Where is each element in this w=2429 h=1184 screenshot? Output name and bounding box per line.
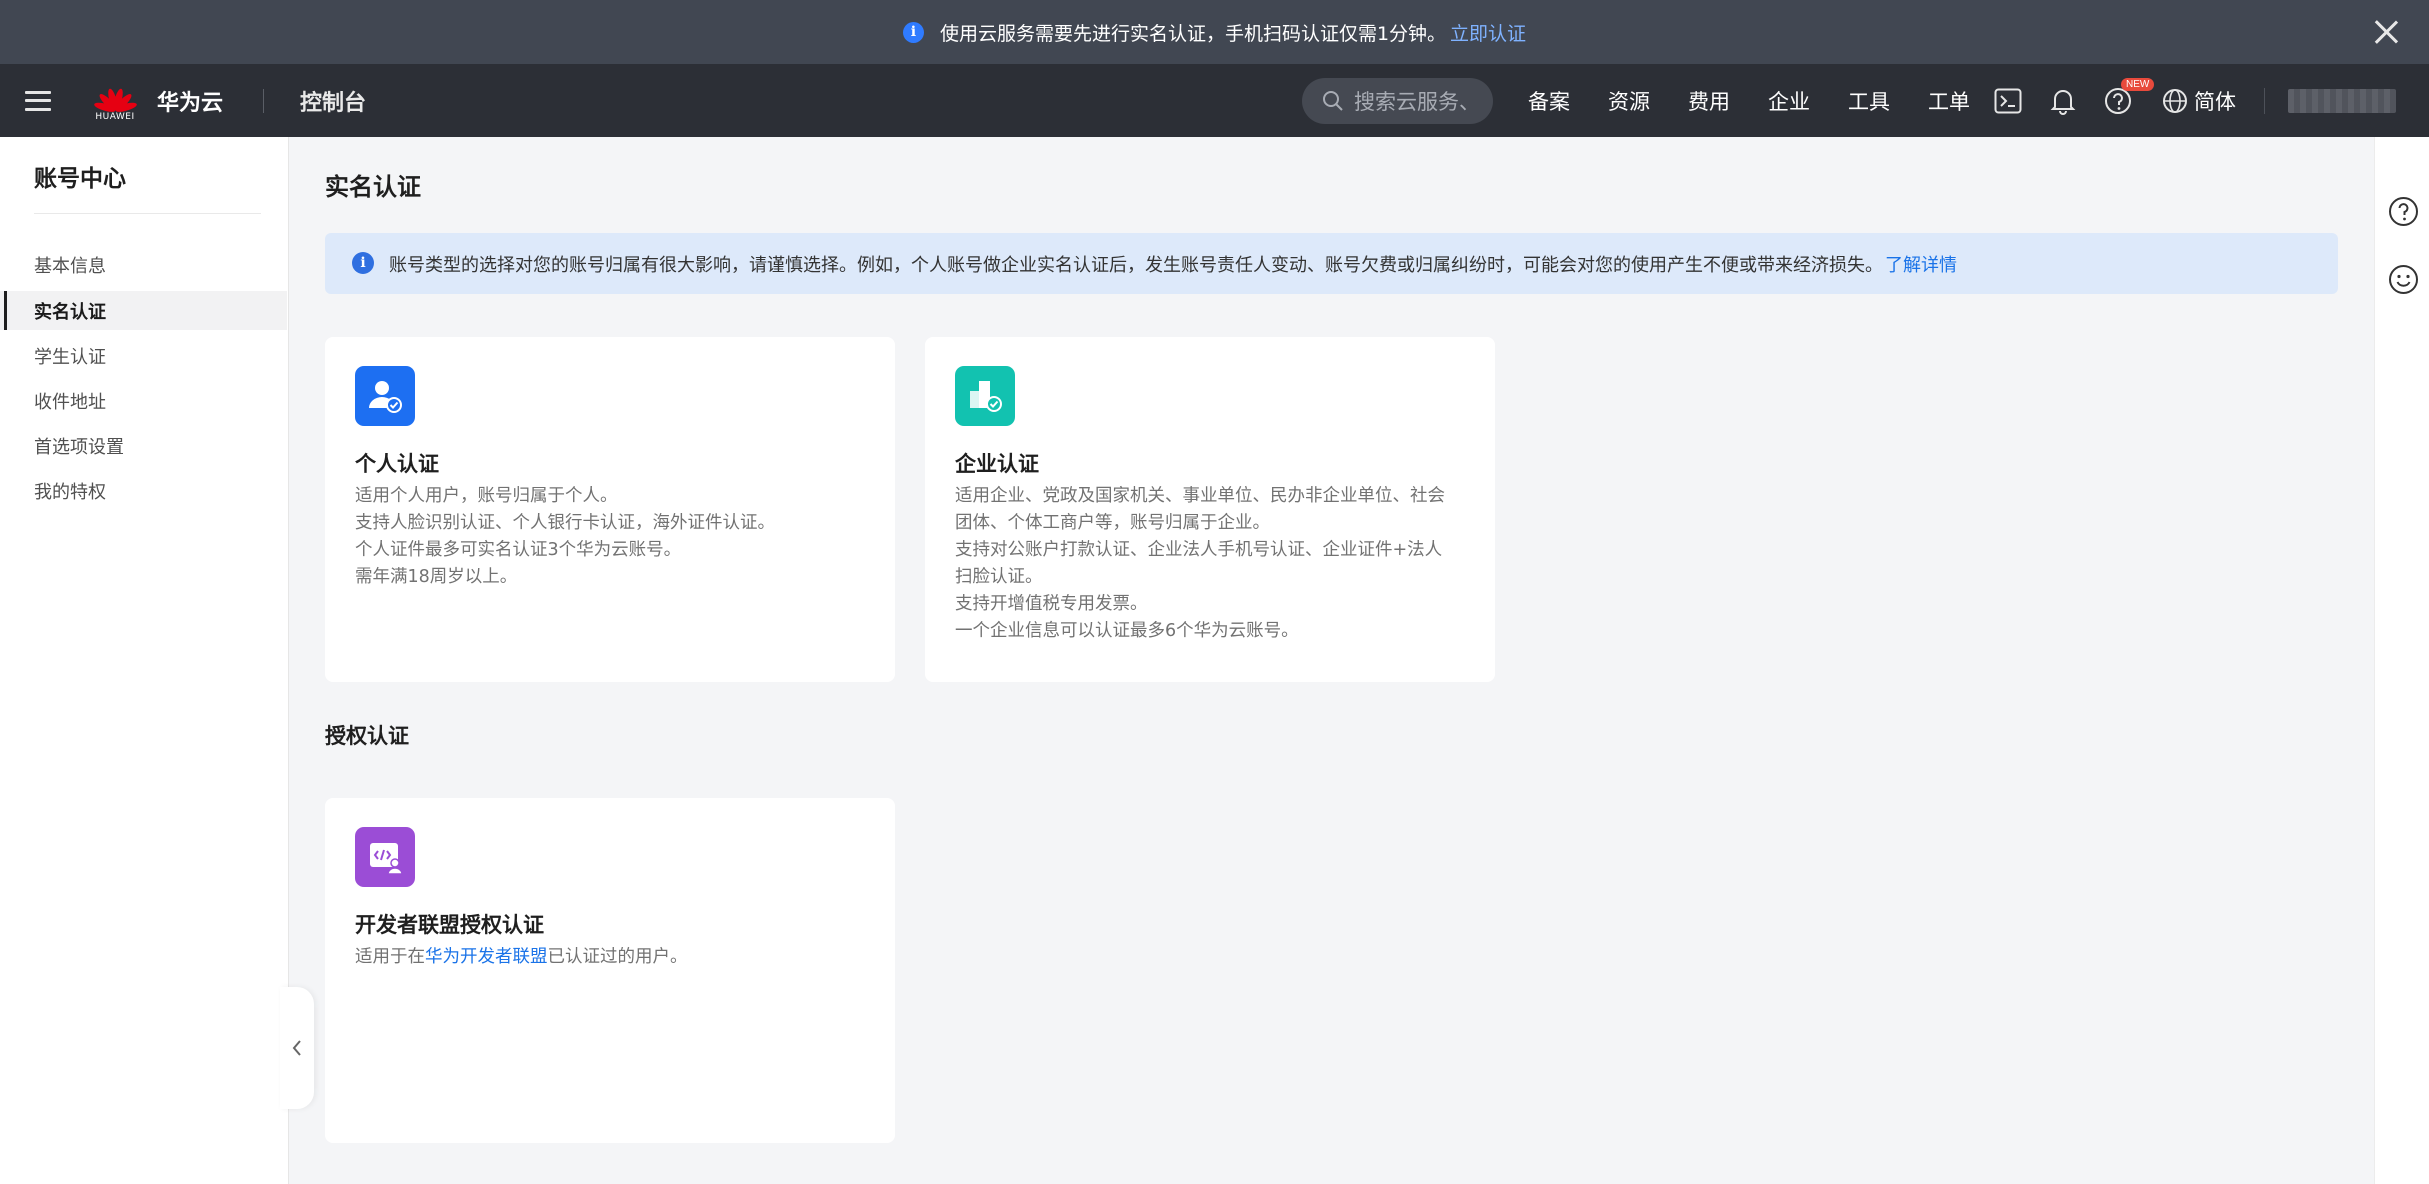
divider bbox=[34, 213, 261, 214]
divider bbox=[2264, 88, 2265, 114]
page-title: 实名认证 bbox=[325, 173, 421, 201]
card-description: 适用于在华为开发者联盟已认证过的用户。 bbox=[355, 944, 865, 971]
question-icon[interactable] bbox=[2388, 196, 2419, 227]
feedback-smile-icon[interactable] bbox=[2388, 264, 2419, 295]
enterprise-verify-icon bbox=[955, 366, 1015, 426]
developer-verify-icon bbox=[355, 827, 415, 887]
language-label: 简体 bbox=[2194, 89, 2236, 114]
developer-verify-card[interactable]: 开发者联盟授权认证 适用于在华为开发者联盟已认证过的用户。 bbox=[325, 798, 895, 1143]
verify-now-link[interactable]: 立即认证 bbox=[1450, 19, 1526, 46]
desc-prefix: 适用于在 bbox=[355, 947, 425, 967]
notice-bar: i 使用云服务需要先进行实名认证，手机扫码认证仅需1分钟。 立即认证 bbox=[0, 0, 2429, 64]
nav-enterprise[interactable]: 企业 bbox=[1768, 86, 1810, 116]
right-rail bbox=[2374, 137, 2429, 1184]
sidebar-title: 账号中心 bbox=[34, 166, 126, 192]
console-link[interactable]: 控制台 bbox=[300, 85, 366, 117]
sidebar-item-preferences[interactable]: 首选项设置 bbox=[0, 426, 287, 465]
auth-section-title: 授权认证 bbox=[325, 724, 409, 748]
sidebar: 账号中心 基本信息 实名认证 学生认证 收件地址 首选项设置 我的特权 bbox=[0, 137, 289, 1184]
huawei-logo[interactable]: HUAWEI bbox=[93, 80, 138, 122]
info-icon: i bbox=[902, 21, 924, 43]
brand-name[interactable]: 华为云 bbox=[157, 85, 223, 117]
personal-verify-icon bbox=[355, 366, 415, 426]
sidebar-item-address[interactable]: 收件地址 bbox=[0, 381, 287, 420]
nav-tickets[interactable]: 工单 bbox=[1928, 86, 1970, 116]
search-placeholder: 搜索云服务、 bbox=[1354, 90, 1480, 114]
nav-tools[interactable]: 工具 bbox=[1848, 86, 1890, 116]
search-icon bbox=[1323, 91, 1343, 111]
desc-suffix: 已认证过的用户。 bbox=[547, 947, 688, 967]
terminal-icon[interactable] bbox=[1993, 86, 2023, 116]
notice-text: 使用云服务需要先进行实名认证，手机扫码认证仅需1分钟。 bbox=[939, 22, 1447, 45]
card-title: 个人认证 bbox=[355, 452, 439, 476]
sidebar-item-student[interactable]: 学生认证 bbox=[0, 336, 287, 375]
card-description: 适用企业、党政及国家机关、事业单位、民办非企业单位、社会 团体、个体工商户等，账… bbox=[955, 486, 1445, 641]
user-account-menu[interactable] bbox=[2288, 89, 2396, 113]
top-nav: 备案 资源 费用 企业 工具 工单 bbox=[1528, 64, 2008, 137]
card-title: 企业认证 bbox=[955, 452, 1039, 476]
search-input[interactable]: 搜索云服务、 bbox=[1302, 78, 1493, 124]
banner-text: 账号类型的选择对您的账号归属有很大影响，请谨慎选择。例如，个人账号做企业实名认证… bbox=[389, 254, 1883, 276]
sidebar-item-real-name[interactable]: 实名认证 bbox=[0, 291, 287, 330]
new-badge: NEW bbox=[2121, 77, 2155, 91]
info-icon: i bbox=[352, 252, 374, 274]
divider bbox=[263, 88, 265, 113]
logo-text: HUAWEI bbox=[95, 111, 135, 122]
info-banner: i 账号类型的选择对您的账号归属有很大影响，请谨慎选择。例如，个人账号做企业实名… bbox=[325, 233, 2338, 294]
card-title: 开发者联盟授权认证 bbox=[355, 913, 544, 937]
sidebar-item-basic-info[interactable]: 基本信息 bbox=[0, 245, 287, 284]
nav-billing[interactable]: 费用 bbox=[1688, 86, 1730, 116]
personal-verify-card[interactable]: 个人认证 适用个人用户，账号归属于个人。 支持人脸识别认证、个人银行卡认证，海外… bbox=[325, 337, 895, 682]
nav-resources[interactable]: 资源 bbox=[1608, 86, 1650, 116]
sidebar-item-privileges[interactable]: 我的特权 bbox=[0, 471, 287, 510]
developer-alliance-link[interactable]: 华为开发者联盟 bbox=[425, 947, 548, 967]
close-icon[interactable] bbox=[2371, 17, 2401, 47]
top-navbar: HUAWEI 华为云 控制台 搜索云服务、 备案 资源 费用 企业 工具 工单 … bbox=[0, 64, 2429, 137]
bell-icon[interactable] bbox=[2048, 86, 2078, 116]
main-content: 实名认证 i 账号类型的选择对您的账号归属有很大影响，请谨慎选择。例如，个人账号… bbox=[289, 137, 2374, 1184]
globe-icon bbox=[2163, 88, 2187, 113]
language-switcher[interactable]: 简体 bbox=[2162, 86, 2236, 116]
enterprise-verify-card[interactable]: 企业认证 适用企业、党政及国家机关、事业单位、民办非企业单位、社会 团体、个体工… bbox=[925, 337, 1495, 682]
card-description: 适用个人用户，账号归属于个人。 支持人脸识别认证、个人银行卡认证，海外证件认证。… bbox=[355, 486, 775, 587]
help-icon[interactable]: NEW bbox=[2103, 77, 2155, 116]
learn-more-link[interactable]: 了解详情 bbox=[1885, 251, 1957, 277]
top-icons: NEW 简体 bbox=[1993, 64, 2236, 137]
nav-beian[interactable]: 备案 bbox=[1528, 86, 1570, 116]
menu-icon[interactable] bbox=[25, 90, 51, 111]
